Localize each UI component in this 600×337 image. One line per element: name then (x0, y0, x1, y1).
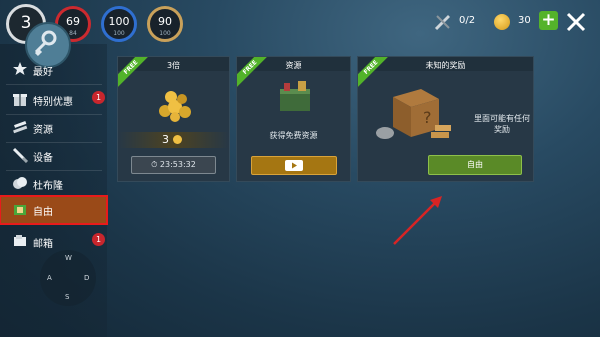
watch-video-button[interactable] (251, 156, 337, 175)
claim-free-button[interactable]: 自由 (428, 155, 522, 175)
card-description: 获得免费资源 (269, 131, 318, 140)
sidebar-item-label: 自由 (33, 207, 53, 218)
card-description: 里面可能有任何奖励 (474, 114, 530, 134)
sidebar-item-resources[interactable]: 资源 (0, 114, 107, 140)
movement-joystick[interactable]: W A D S (40, 250, 96, 306)
sidebar-item-label: 最好 (33, 67, 53, 78)
food-value: 90 (158, 15, 172, 28)
coin-value: 30 (518, 15, 531, 26)
notification-badge: 1 (92, 91, 105, 104)
sidebar-item-free[interactable]: 自由 (0, 195, 108, 225)
resource-crate-icon (280, 81, 310, 111)
divider (6, 84, 102, 85)
play-icon (285, 160, 303, 171)
mystery-crate-icon: ? (376, 89, 451, 139)
coin-pile-icon (159, 91, 191, 122)
sidebar-item-best[interactable]: 最好 (0, 56, 107, 82)
coin-counter: 30 (494, 12, 538, 32)
offer-card-unknown-reward: 未知的奖励 FREE ? 里面可能有任何奖励 自由 (357, 56, 534, 182)
key-w: W (65, 254, 72, 262)
offer-card-resources: 资源 FREE 获得免费资源 (236, 56, 351, 182)
add-coins-button[interactable]: + (539, 11, 558, 30)
key-a: A (47, 274, 52, 282)
arrow-icon (393, 196, 442, 245)
tools-counter: 0/2 (433, 12, 487, 32)
water-max: 100 (113, 30, 125, 37)
food-max: 100 (159, 30, 171, 37)
key-d: D (84, 274, 90, 282)
timer-value: 23:53:32 (159, 160, 196, 169)
close-icon[interactable] (565, 11, 587, 33)
offer-card-triple: 3倍 FREE 3 ⏱ 23:53:32 (117, 56, 230, 182)
sidebar-item-label: 设备 (33, 153, 53, 164)
notification-badge: 1 (92, 233, 105, 246)
sidebar-item-special-offer[interactable]: 特别优惠 1 (0, 86, 107, 112)
sidebar-item-label: 资源 (33, 125, 53, 136)
top-bar: 3 69 84 100 100 90 100 0/2 30 + (0, 0, 600, 48)
free-ribbon: FREE (358, 57, 388, 87)
sidebar-item-label: 杜布隆 (33, 181, 63, 192)
wrench-icon (434, 15, 450, 31)
svg-text:?: ? (423, 108, 432, 127)
star-icon (13, 62, 27, 75)
sidebar-item-doubloons[interactable]: 杜布隆 (0, 170, 107, 196)
mailbox-icon (14, 235, 26, 246)
free-ribbon: FREE (118, 57, 148, 87)
countdown-timer: ⏱ 23:53:32 (131, 156, 216, 174)
resources-icon (13, 121, 28, 134)
sidebar-item-label: 特别优惠 (33, 97, 73, 108)
free-ribbon: FREE (237, 57, 267, 87)
coin-icon (494, 14, 510, 30)
doubloon-icon (13, 177, 27, 189)
sidebar-item-label: 邮箱 (33, 239, 53, 250)
tools-value: 0/2 (459, 15, 476, 26)
water-value: 100 (108, 15, 130, 28)
reward-strip: 3 (118, 132, 229, 148)
sidebar-item-mailbox[interactable]: 邮箱 1 (0, 228, 107, 254)
reward-amount: 3 (162, 133, 169, 146)
gift-box-icon (13, 94, 27, 106)
equipment-icon (12, 147, 28, 163)
water-gauge: 100 100 (101, 6, 137, 42)
stopwatch-icon: ⏱ (151, 160, 158, 169)
coin-icon (173, 135, 182, 144)
free-icon (14, 205, 26, 215)
key-s: S (65, 293, 70, 301)
food-gauge: 90 100 (147, 6, 183, 42)
sidebar-item-equipment[interactable]: 设备 (0, 142, 107, 168)
